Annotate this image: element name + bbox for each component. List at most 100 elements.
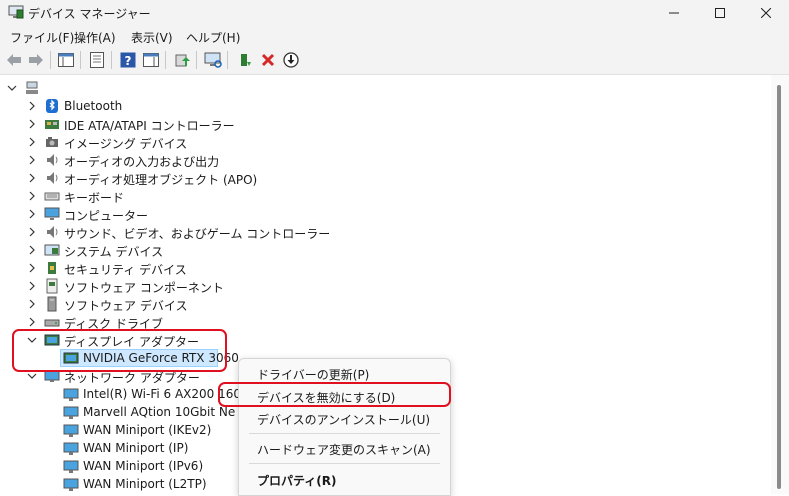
display-adapter-highlight — [12, 329, 227, 372]
chevron-right-icon[interactable] — [26, 154, 38, 166]
close-button[interactable] — [743, 0, 789, 26]
tree-item-label: セキュリティ デバイス — [64, 263, 187, 277]
ctx-properties-label: プロパティ(R) — [257, 474, 337, 488]
tree-item-label: WAN Miniport (IP) — [83, 441, 189, 455]
ctx-properties[interactable]: プロパティ(R) — [239, 468, 450, 490]
menu-file[interactable]: ファイル(F) — [10, 29, 74, 46]
network-card-icon — [63, 406, 79, 419]
keyboard-icon — [44, 192, 60, 201]
svg-text:?: ? — [125, 54, 132, 68]
tree-category[interactable]: イメージング デバイス — [0, 133, 771, 151]
bluetooth-icon — [46, 99, 58, 113]
ctx-uninstall-device-label: デバイスのアンインストール(U) — [257, 413, 431, 427]
tree-item-label: WAN Miniport (IKEv2) — [83, 423, 212, 437]
minimize-icon — [669, 12, 679, 14]
ctx-update-driver[interactable]: ドライバーの更新(P) — [239, 362, 450, 384]
camera-icon — [46, 137, 58, 147]
software-device-icon — [47, 296, 57, 312]
toolbar-separator — [111, 51, 112, 69]
help-button[interactable]: ? — [119, 51, 137, 69]
chevron-right-icon[interactable] — [26, 298, 38, 310]
tree-item-label: コンピューター — [64, 209, 149, 223]
chevron-down-icon[interactable] — [6, 82, 18, 94]
tree-category[interactable]: キーボード — [0, 187, 771, 205]
back-button[interactable] — [5, 51, 23, 69]
action-pane-button[interactable] — [142, 51, 160, 69]
enable-device-icon — [241, 54, 251, 66]
tree-category[interactable]: コンピューター — [0, 205, 771, 223]
chevron-right-icon[interactable] — [26, 280, 38, 292]
system-device-icon — [44, 244, 60, 256]
computer-icon — [26, 81, 38, 94]
scan-hardware-icon — [204, 52, 222, 68]
menu-bar: ファイル(F) 操作(A) 表示(V) ヘルプ(H) — [0, 26, 789, 46]
tree-item-label: IDE ATA/ATAPI コントローラー — [64, 119, 235, 133]
download-driver-button[interactable] — [282, 51, 300, 69]
maximize-icon — [715, 8, 725, 18]
tree-category[interactable]: セキュリティ デバイス — [0, 259, 771, 277]
chevron-right-icon[interactable] — [26, 316, 38, 328]
ctx-scan-hardware-label: ハードウェア変更のスキャン(A) — [257, 443, 431, 457]
tree-category[interactable]: システム デバイス — [0, 241, 771, 259]
properties-icon — [90, 52, 104, 68]
tree-category[interactable]: サウンド、ビデオ、およびゲーム コントローラー — [0, 223, 771, 241]
speaker-icon — [47, 226, 58, 238]
window-title: デバイス マネージャー — [28, 7, 151, 21]
enable-device-button[interactable] — [236, 51, 254, 69]
tree-category[interactable]: ソフトウェア コンポーネント — [0, 277, 771, 295]
toolbar-separator — [50, 51, 51, 69]
menu-view[interactable]: 表示(V) — [131, 29, 173, 46]
action-pane-icon — [143, 53, 159, 67]
properties-button[interactable] — [88, 51, 106, 69]
chevron-right-icon[interactable] — [26, 208, 38, 220]
vertical-scrollbar[interactable] — [771, 75, 789, 494]
software-component-icon — [46, 278, 58, 294]
disk-drive-icon — [44, 319, 60, 327]
context-menu-separator — [249, 433, 440, 434]
scan-hardware-button[interactable] — [204, 51, 222, 69]
scrollbar-thumb[interactable] — [777, 85, 781, 489]
tree-root[interactable] — [0, 79, 771, 97]
tree-category[interactable]: Bluetooth — [0, 97, 771, 115]
chevron-right-icon[interactable] — [26, 172, 38, 184]
show-hide-console-tree-icon — [58, 53, 74, 67]
chevron-right-icon[interactable] — [26, 226, 38, 238]
ide-controller-icon — [45, 120, 59, 129]
maximize-button[interactable] — [697, 0, 743, 26]
download-driver-icon — [283, 52, 299, 68]
uninstall-device-icon — [261, 53, 275, 67]
console-tree-button[interactable] — [57, 51, 75, 69]
chevron-right-icon[interactable] — [26, 100, 38, 112]
tree-item-label: キーボード — [64, 191, 125, 205]
ctx-scan-hardware[interactable]: ハードウェア変更のスキャン(A) — [239, 437, 450, 459]
speaker-icon — [47, 172, 58, 184]
tree-item-label: サウンド、ビデオ、およびゲーム コントローラー — [64, 227, 331, 241]
context-menu-separator — [249, 463, 440, 464]
tree-category[interactable]: ソフトウェア デバイス — [0, 295, 771, 313]
minimize-button[interactable] — [651, 0, 697, 26]
chevron-right-icon[interactable] — [26, 118, 38, 130]
speaker-icon — [47, 154, 58, 166]
menu-action[interactable]: 操作(A) — [74, 29, 116, 46]
update-driver-button[interactable] — [173, 51, 191, 69]
tree-item-label: Marvell AQtion 10Gbit Ne — [83, 405, 236, 419]
tree-item-label: ソフトウェア コンポーネント — [64, 281, 224, 295]
chevron-right-icon[interactable] — [26, 190, 38, 202]
chevron-right-icon[interactable] — [26, 136, 38, 148]
help-icon: ? — [120, 52, 136, 68]
chevron-right-icon[interactable] — [26, 244, 38, 256]
tree-item-label: WAN Miniport (IPv6) — [83, 459, 204, 473]
toolbar-separator — [80, 51, 81, 69]
network-card-icon — [63, 478, 79, 491]
tree-category[interactable]: オーディオの入力および出力 — [0, 151, 771, 169]
chevron-right-icon[interactable] — [26, 262, 38, 274]
forward-button[interactable] — [27, 51, 45, 69]
tree-category[interactable]: オーディオ処理オブジェクト (APO) — [0, 169, 771, 187]
network-card-icon — [63, 442, 79, 455]
tree-category[interactable]: IDE ATA/ATAPI コントローラー — [0, 115, 771, 133]
menu-help[interactable]: ヘルプ(H) — [186, 29, 240, 46]
ctx-uninstall-device[interactable]: デバイスのアンインストール(U) — [239, 407, 450, 429]
tree-item-label: イメージング デバイス — [64, 137, 188, 151]
uninstall-device-button[interactable] — [259, 51, 277, 69]
toolbar: ? — [0, 46, 789, 75]
